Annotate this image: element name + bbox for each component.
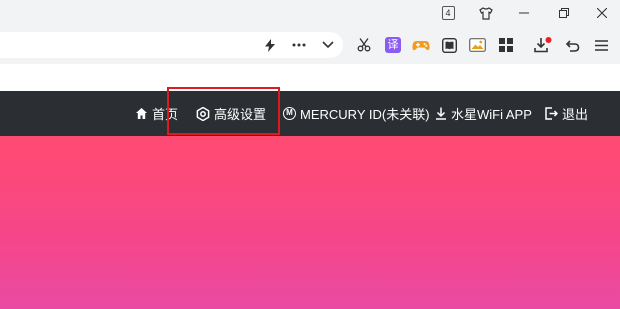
minimize-icon <box>519 12 529 14</box>
tab-count-button[interactable]: 4 <box>432 0 464 26</box>
undo-icon <box>566 39 580 52</box>
hero-banner <box>0 136 620 309</box>
close-button[interactable] <box>586 0 618 26</box>
scissors-button[interactable] <box>353 34 375 56</box>
browser-toolbar: 译 <box>0 26 620 64</box>
nav-home[interactable]: 首页 <box>135 91 178 136</box>
restore-icon <box>559 8 569 18</box>
more-dots-icon <box>292 43 306 47</box>
menu-icon <box>594 39 608 51</box>
screenshot-button[interactable] <box>466 34 488 56</box>
tab-count-icon: 4 <box>441 6 455 20</box>
minimize-button[interactable] <box>508 0 540 26</box>
download-button[interactable] <box>532 34 554 56</box>
restore-button[interactable] <box>548 0 580 26</box>
chevron-down-icon <box>322 41 334 49</box>
reader-icon <box>441 37 457 53</box>
logout-icon <box>545 107 558 120</box>
more-button[interactable] <box>287 33 311 57</box>
reader-button[interactable] <box>438 34 460 56</box>
nav-advanced-settings[interactable]: 高级设置 <box>196 91 266 136</box>
home-icon <box>135 107 148 120</box>
download-icon <box>534 37 552 53</box>
nav-wifi-app[interactable]: 水星WiFi APP <box>435 91 532 136</box>
nav-advanced-settings-label: 高级设置 <box>214 107 267 122</box>
screenshot-icon <box>468 38 486 52</box>
mercury-logo-icon: M <box>283 107 296 120</box>
gear-icon <box>196 106 210 121</box>
menu-button[interactable] <box>590 34 612 56</box>
apps-grid-icon <box>499 38 513 52</box>
scissors-icon <box>357 38 371 52</box>
game-icon <box>412 41 430 51</box>
download-arrow-icon <box>435 107 447 120</box>
nav-mercury-id[interactable]: M MERCURY ID(未关联) <box>283 91 430 136</box>
mercury-logo-letter: M <box>283 107 296 120</box>
lightning-icon <box>265 38 275 52</box>
translate-icon: 译 <box>385 37 401 53</box>
close-icon <box>597 8 607 18</box>
game-button[interactable] <box>410 34 432 56</box>
nav-logout[interactable]: 退出 <box>545 91 588 136</box>
skin-button[interactable] <box>470 0 502 26</box>
address-dropdown-button[interactable] <box>316 33 340 57</box>
translate-button[interactable]: 译 <box>382 34 404 56</box>
lightning-button[interactable] <box>258 33 282 57</box>
router-nav-bar: 首页 高级设置 M MERCURY ID(未关联) 水星WiFi APP 退出 <box>0 91 620 136</box>
browser-titlebar: 4 <box>0 0 620 26</box>
undo-button[interactable] <box>562 34 584 56</box>
nav-mercury-id-label: MERCURY ID(未关联) <box>300 107 430 122</box>
shirt-icon <box>479 6 493 20</box>
nav-home-label: 首页 <box>152 107 179 122</box>
nav-wifi-app-label: 水星WiFi APP <box>451 107 532 122</box>
apps-button[interactable] <box>495 34 517 56</box>
nav-logout-label: 退出 <box>562 107 589 122</box>
page-blank-strip <box>0 64 620 91</box>
